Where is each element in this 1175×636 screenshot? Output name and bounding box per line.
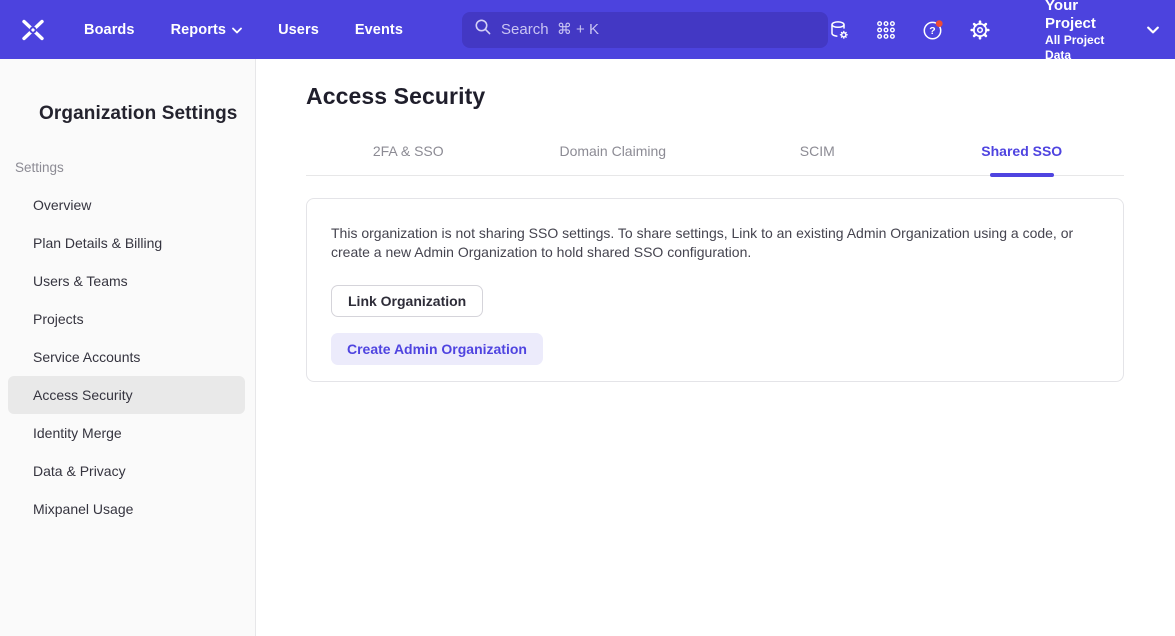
sidebar-item-mixpanel-usage[interactable]: Mixpanel Usage <box>8 490 245 528</box>
nav-boards[interactable]: Boards <box>84 22 135 38</box>
mixpanel-logo[interactable] <box>19 16 47 44</box>
tab-2fa-sso[interactable]: 2FA & SSO <box>306 137 511 175</box>
project-name: Your Project <box>1045 0 1132 33</box>
tab-scim[interactable]: SCIM <box>715 137 920 175</box>
sidebar-title: Organization Settings <box>39 103 255 125</box>
settings-gear-icon[interactable] <box>969 19 991 41</box>
sidebar-item-data-privacy[interactable]: Data & Privacy <box>8 452 245 490</box>
data-management-icon[interactable] <box>828 19 850 41</box>
project-switcher[interactable]: Your Project All Project Data <box>1045 0 1159 63</box>
sidebar-section-label: Settings <box>15 160 255 175</box>
nav-reports[interactable]: Reports <box>171 22 243 38</box>
tab-shared-sso[interactable]: Shared SSO <box>920 137 1125 175</box>
sidebar-nav: Overview Plan Details & Billing Users & … <box>0 186 255 528</box>
link-organization-button[interactable]: Link Organization <box>331 285 483 317</box>
sidebar-item-service-accounts[interactable]: Service Accounts <box>8 338 245 376</box>
sidebar-item-access-security[interactable]: Access Security <box>8 376 245 414</box>
help-glyph: ? <box>929 25 935 37</box>
top-navbar: Boards Reports Users Events <box>0 0 1175 59</box>
project-subtitle: All Project Data <box>1045 33 1132 63</box>
sidebar-item-plan-details-billing[interactable]: Plan Details & Billing <box>8 224 245 262</box>
help-icon[interactable]: ? <box>922 19 944 41</box>
search-icon <box>474 18 492 41</box>
settings-sidebar: Organization Settings Settings Overview … <box>0 59 256 636</box>
create-admin-organization-button[interactable]: Create Admin Organization <box>331 333 543 365</box>
apps-grid-icon[interactable] <box>875 19 897 41</box>
page-title: Access Security <box>306 83 1124 110</box>
sidebar-item-projects[interactable]: Projects <box>8 300 245 338</box>
chevron-down-icon <box>232 22 242 38</box>
nav-events[interactable]: Events <box>355 22 403 38</box>
search-input[interactable] <box>501 21 816 38</box>
shared-sso-card: This organization is not sharing SSO set… <box>306 198 1124 382</box>
active-tab-underline <box>990 173 1054 177</box>
notification-dot <box>936 20 943 27</box>
sidebar-item-overview[interactable]: Overview <box>8 186 245 224</box>
main-content: Access Security 2FA & SSO Domain Claimin… <box>256 59 1175 636</box>
chevron-down-icon <box>1147 21 1159 39</box>
tab-bar: 2FA & SSO Domain Claiming SCIM Shared SS… <box>306 137 1124 176</box>
tab-domain-claiming[interactable]: Domain Claiming <box>511 137 716 175</box>
sidebar-item-users-teams[interactable]: Users & Teams <box>8 262 245 300</box>
shared-sso-description: This organization is not sharing SSO set… <box>331 224 1091 262</box>
navbar-right: ? Your Proj <box>828 0 1159 63</box>
sidebar-item-identity-merge[interactable]: Identity Merge <box>8 414 245 452</box>
nav-users[interactable]: Users <box>278 22 319 38</box>
search-bar[interactable] <box>462 12 828 48</box>
primary-nav: Boards Reports Users Events <box>84 22 403 38</box>
